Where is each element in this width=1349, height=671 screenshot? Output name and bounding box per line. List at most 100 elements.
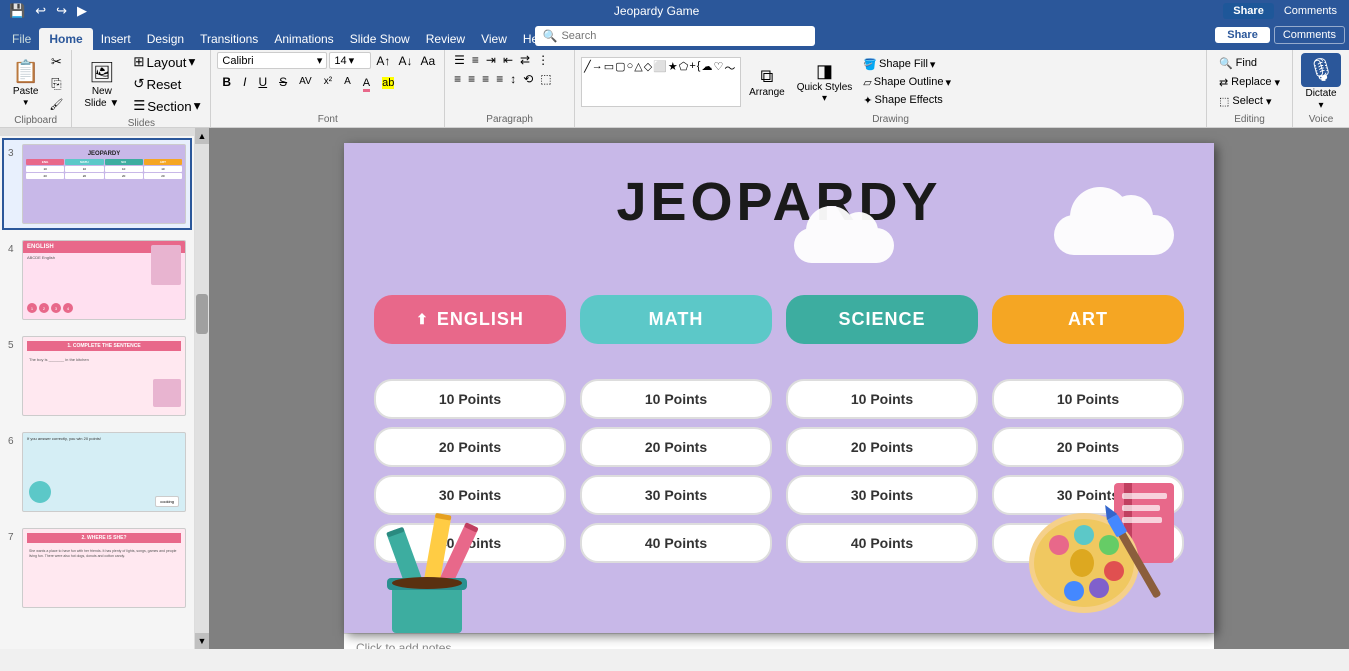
shape-fill-button[interactable]: 🪣 Shape Fill ▾ <box>860 57 954 72</box>
char-spacing-btn[interactable]: AV <box>294 74 317 89</box>
format-painter-button[interactable]: 🖌 <box>47 96 65 113</box>
increase-font-btn[interactable]: A↑ <box>373 53 393 69</box>
font-family-dropdown[interactable]: Calibri ▾ <box>217 52 327 69</box>
pts-eng-10[interactable]: 10 Points <box>374 379 566 419</box>
highlight-btn[interactable]: ab <box>377 72 399 91</box>
shape-triangle[interactable]: △ <box>634 60 642 104</box>
notes-bar[interactable]: Click to add notes <box>344 633 1214 649</box>
shape-callout[interactable]: ⬜ <box>653 60 667 104</box>
underline-btn[interactable]: U <box>253 73 272 91</box>
undo-btn[interactable]: ↩ <box>32 2 49 20</box>
find-button[interactable]: 🔍 Find <box>1213 55 1286 72</box>
category-art[interactable]: ART <box>992 295 1184 344</box>
pts-sci-30[interactable]: 30 Points <box>786 475 978 515</box>
font-size-dropdown[interactable]: 14 ▾ <box>329 52 371 69</box>
save-btn[interactable]: 💾 <box>6 2 28 20</box>
shape-effects-button[interactable]: ✦ Shape Effects <box>860 93 954 108</box>
tab-review[interactable]: Review <box>418 28 473 50</box>
comments-ribbon-btn[interactable]: Comments <box>1274 26 1345 44</box>
decrease-font-btn[interactable]: A↓ <box>395 53 415 69</box>
tab-home[interactable]: Home <box>39 28 92 50</box>
replace-button[interactable]: ⇄ Replace ▾ <box>1213 74 1286 91</box>
shape-wave[interactable]: 〜 <box>724 60 735 104</box>
reset-button[interactable]: ↺ Reset <box>129 74 204 94</box>
search-input[interactable] <box>561 30 806 42</box>
shape-line[interactable]: ╱ <box>584 60 591 104</box>
layout-button[interactable]: ⊞ Layout ▾ <box>129 52 204 72</box>
shape-diamond[interactable]: ◇ <box>644 60 652 104</box>
quick-styles-button[interactable]: ◨ Quick Styles ▾ <box>793 59 857 106</box>
select-button[interactable]: ⬚ Select ▾ <box>1213 93 1286 110</box>
pts-math-30[interactable]: 30 Points <box>580 475 772 515</box>
category-science[interactable]: SCIENCE <box>786 295 978 344</box>
copy-button[interactable]: ⎘ <box>47 74 65 94</box>
pts-sci-20[interactable]: 20 Points <box>786 427 978 467</box>
text-shadow-btn[interactable]: A <box>339 74 356 89</box>
shape-arrow[interactable]: → <box>592 60 603 104</box>
redo-btn[interactable]: ↪ <box>53 2 70 20</box>
bold-btn[interactable]: B <box>217 73 236 91</box>
slide-thumb-7[interactable]: 7 2. WHERE IS SHE? She wants a place to … <box>2 522 192 614</box>
slide-canvas[interactable]: JEOPARDY ⬆ ENGLISH MATH SCIENCE ART <box>344 143 1214 633</box>
sidebar-scrollbar[interactable]: ▲ ▼ <box>195 128 209 649</box>
shape-heart[interactable]: ♡ <box>713 60 723 104</box>
section-button[interactable]: ☰ Section ▾ <box>129 96 204 116</box>
arrange-button[interactable]: ⧉ Arrange <box>745 64 789 100</box>
shape-pentagon[interactable]: ⬠ <box>679 60 689 104</box>
share-button[interactable]: Share <box>1223 3 1274 19</box>
clear-format-btn[interactable]: Aa <box>417 53 438 69</box>
bullet-list-btn[interactable]: ☰ <box>451 52 468 68</box>
align-right-btn[interactable]: ≡ <box>479 71 492 87</box>
pts-math-40[interactable]: 40 Points <box>580 523 772 563</box>
pts-eng-20[interactable]: 20 Points <box>374 427 566 467</box>
dictate-button[interactable]: 🎙 Dictate ▾ <box>1301 53 1341 111</box>
subscript-btn[interactable]: x² <box>319 74 337 89</box>
scroll-down-btn[interactable]: ▼ <box>195 633 209 649</box>
pts-sci-10[interactable]: 10 Points <box>786 379 978 419</box>
align-center-btn[interactable]: ≡ <box>465 71 478 87</box>
italic-btn[interactable]: I <box>238 73 251 91</box>
justify-btn[interactable]: ≡ <box>493 71 506 87</box>
smart-art-btn[interactable]: ⬚ <box>537 71 554 87</box>
paste-button[interactable]: 📋 Paste ▼ <box>6 52 45 113</box>
pts-math-10[interactable]: 10 Points <box>580 379 772 419</box>
category-math[interactable]: MATH <box>580 295 772 344</box>
shape-star[interactable]: ★ <box>668 60 678 104</box>
numbered-list-btn[interactable]: ≡ <box>469 52 482 68</box>
comments-button[interactable]: Comments <box>1278 3 1343 19</box>
tab-view[interactable]: View <box>473 28 515 50</box>
rtl-btn[interactable]: ⇄ <box>517 52 533 68</box>
text-direction-btn[interactable]: ⟲ <box>520 71 536 87</box>
present-btn[interactable]: ▶ <box>74 2 90 20</box>
shape-outline-button[interactable]: ▱ Shape Outline ▾ <box>860 75 954 90</box>
pts-sci-40[interactable]: 40 Points <box>786 523 978 563</box>
slide-thumb-5[interactable]: 5 1. COMPLETE THE SENTENCE The boy is __… <box>2 330 192 422</box>
pts-art-10[interactable]: 10 Points <box>992 379 1184 419</box>
tab-transitions[interactable]: Transitions <box>192 28 266 50</box>
pts-math-20[interactable]: 20 Points <box>580 427 772 467</box>
indent-more-btn[interactable]: ⇥ <box>483 52 499 68</box>
share-ribbon-btn[interactable]: Share <box>1215 27 1270 43</box>
tab-slideshow[interactable]: Slide Show <box>342 28 418 50</box>
shape-circle[interactable]: ○ <box>627 60 634 104</box>
shape-rect[interactable]: ▭ <box>604 60 614 104</box>
tab-animations[interactable]: Animations <box>266 28 341 50</box>
shape-brace[interactable]: { <box>697 60 701 104</box>
strikethrough-btn[interactable]: S <box>274 73 292 91</box>
shape-cloud[interactable]: ☁ <box>701 60 712 104</box>
shape-plus[interactable]: + <box>689 60 695 104</box>
indent-less-btn[interactable]: ⇤ <box>500 52 516 68</box>
scroll-up-btn[interactable]: ▲ <box>195 128 209 144</box>
pts-art-20[interactable]: 20 Points <box>992 427 1184 467</box>
shape-rounded-rect[interactable]: ▢ <box>615 60 625 104</box>
slide-thumb-6[interactable]: 6 If you answer correctly, you win 20 po… <box>2 426 192 518</box>
columns-btn[interactable]: ⋮ <box>534 52 552 68</box>
tab-file[interactable]: File <box>4 28 39 50</box>
align-left-btn[interactable]: ≡ <box>451 71 464 87</box>
line-spacing-btn[interactable]: ↕ <box>507 71 519 87</box>
tab-insert[interactable]: Insert <box>93 28 139 50</box>
new-slide-button[interactable]: 🖼 New Slide ▼ <box>78 52 125 116</box>
slide-thumb-3[interactable]: 3 JEOPARDY ENG MATH SCI ART 10 10 10 10 … <box>2 138 192 230</box>
category-english[interactable]: ⬆ ENGLISH <box>374 295 566 344</box>
tab-design[interactable]: Design <box>139 28 192 50</box>
